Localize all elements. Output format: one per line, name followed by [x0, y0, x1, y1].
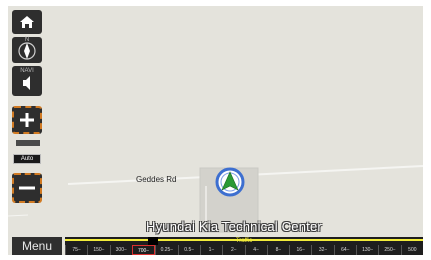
- scale-ticks: 75− 150− 300− 700− 0.25− 0.5− 1− 2− 4− 8− 16− 32− 64…: [65, 245, 423, 255]
- road-name-label: Geddes Rd: [136, 175, 177, 184]
- auto-zoom-label: Auto: [13, 154, 41, 164]
- map-view[interactable]: [8, 6, 423, 255]
- vehicle-position-icon: [215, 167, 245, 197]
- navi-label: NAVI: [20, 68, 34, 74]
- menu-button[interactable]: Menu: [12, 237, 62, 255]
- minus-icon: [19, 186, 35, 190]
- zoom-in-button[interactable]: [12, 106, 42, 134]
- home-button[interactable]: [12, 10, 42, 34]
- scale-tick[interactable]: 4−: [244, 245, 267, 255]
- plus-icon: [20, 113, 34, 127]
- scale-tick[interactable]: 0.25−: [155, 245, 177, 255]
- zoom-out-button[interactable]: [12, 173, 42, 203]
- auto-zoom-toggle[interactable]: Auto: [12, 138, 42, 168]
- scale-tick[interactable]: 16−: [289, 245, 311, 255]
- navigation-screen: Geddes Rd Hyundai Kia Technical Center N…: [8, 6, 423, 255]
- scale-tick[interactable]: 700−: [131, 245, 156, 255]
- home-icon: [20, 16, 34, 28]
- scale-tick[interactable]: 1−: [199, 245, 222, 255]
- scale-tick[interactable]: 300−: [109, 245, 132, 255]
- traffic-label: Traffic: [235, 238, 253, 244]
- poi-name-label: Hyundai Kia Technical Center: [146, 219, 322, 234]
- scale-tick[interactable]: 75−: [65, 245, 87, 255]
- scale-tick[interactable]: 2−: [222, 245, 244, 255]
- scale-tick[interactable]: 0.5−: [177, 245, 200, 255]
- scale-tick[interactable]: 150−: [87, 245, 109, 255]
- map-scale-bar[interactable]: Traffic 75− 150− 300− 700− 0.25− 0.5− 1− 2− 4− 8−…: [65, 237, 423, 255]
- scale-tick[interactable]: 8−: [266, 245, 289, 255]
- scale-tick[interactable]: 250−: [378, 245, 400, 255]
- navi-volume-button[interactable]: NAVI: [12, 66, 42, 96]
- scale-tick[interactable]: 64−: [333, 245, 356, 255]
- scale-tick[interactable]: 130−: [356, 245, 378, 255]
- compass-button[interactable]: N: [12, 37, 42, 63]
- scale-tick[interactable]: 500: [400, 245, 423, 255]
- scale-tick[interactable]: 32−: [311, 245, 333, 255]
- compass-north-label: N: [24, 37, 30, 43]
